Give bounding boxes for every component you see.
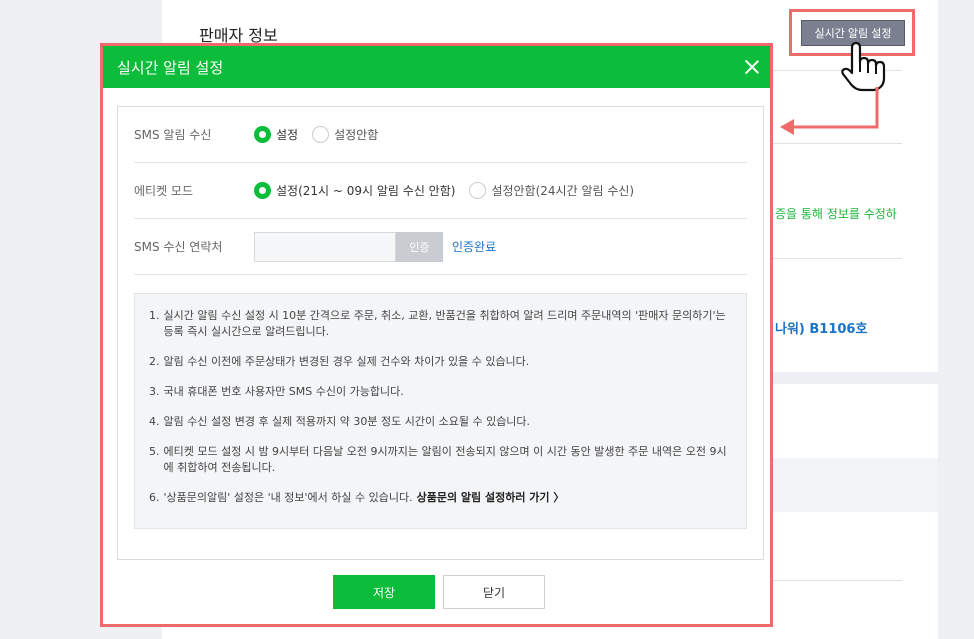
notice-number: 5.: [149, 445, 160, 458]
notice-text: '상품문의알림' 설정은 '내 정보'에서 하실 수 있습니다. 상품문의 알림 …: [164, 490, 565, 506]
notice-item: 4. 알림 수신 설정 변경 후 실제 적용까지 약 30분 정도 시간이 소요…: [149, 414, 732, 430]
notice-text: 알림 수신 설정 변경 후 실제 적용까지 약 30분 정도 시간이 소요될 수…: [163, 415, 531, 428]
notice-number: 1.: [149, 309, 160, 322]
divider: [770, 258, 902, 259]
sms-alert-on-radio[interactable]: 설정: [254, 126, 298, 143]
notice-number: 6.: [149, 491, 160, 504]
radio-selected-icon: [254, 126, 271, 143]
realtime-alert-modal: 실시간 알림 설정 SMS 알림 수신 설정 설정안함 에티켓 모드 설정(21…: [100, 43, 773, 627]
info-text-green: 증을 통해 정보를 수정하: [775, 207, 897, 221]
close-button[interactable]: 닫기: [443, 575, 545, 609]
sms-alert-row: SMS 알림 수신 설정 설정안함: [134, 107, 747, 163]
notice-item: 2. 알림 수신 이전에 주문상태가 변경된 경우 실제 건수와 차이가 있을 …: [149, 354, 732, 370]
notice-item: 6. '상품문의알림' 설정은 '내 정보'에서 하실 수 있습니다. 상품문의 …: [149, 490, 732, 506]
etiquette-row: 에티켓 모드 설정(21시 ~ 09시 알림 수신 안함) 설정안함(24시간 …: [134, 163, 747, 219]
save-button[interactable]: 저장: [333, 575, 435, 609]
notice-text: 에티켓 모드 설정 시 밤 9시부터 다음날 오전 9시까지는 알림이 전송되지…: [163, 445, 727, 474]
background-bar: [770, 458, 938, 512]
notice-text: 국내 휴대폰 번호 사용자만 SMS 수신이 가능합니다.: [163, 385, 404, 398]
notice-box: 1. 실시간 알림 수신 설정 시 10분 간격으로 주문, 취소, 교환, 반…: [134, 293, 747, 529]
notice-text: 알림 수신 이전에 주문상태가 변경된 경우 실제 건수와 차이가 있을 수 있…: [163, 355, 530, 368]
radio-label: 설정: [276, 128, 299, 142]
notice-number: 4.: [149, 415, 160, 428]
verified-status: 인증완료: [452, 240, 497, 254]
divider: [770, 580, 902, 581]
radio-label: 설정안함: [334, 128, 379, 142]
phone-number-input[interactable]: [254, 231, 396, 262]
notice-number: 2.: [149, 355, 160, 368]
arrow-icon: [780, 87, 879, 135]
notice-item: 3. 국내 휴대폰 번호 사용자만 SMS 수신이 가능합니다.: [149, 384, 732, 400]
modal-title: 실시간 알림 설정: [117, 58, 224, 77]
notice-text-body: '상품문의알림' 설정은 '내 정보'에서 하실 수 있습니다.: [163, 491, 413, 504]
notice-number: 3.: [149, 385, 160, 398]
modal-body: SMS 알림 수신 설정 설정안함 에티켓 모드 설정(21시 ~ 09시 알림…: [117, 106, 764, 560]
modal-header: 실시간 알림 설정: [103, 46, 770, 88]
notice-item: 5. 에티켓 모드 설정 시 밤 9시부터 다음날 오전 9시까지는 알림이 전…: [149, 444, 732, 476]
sms-alert-off-radio[interactable]: 설정안함: [312, 126, 378, 143]
notice-text: 실시간 알림 수신 설정 시 10분 간격으로 주문, 취소, 교환, 반품건을…: [163, 309, 726, 338]
close-icon[interactable]: [742, 57, 762, 77]
address-text: 나워) B1106호: [775, 322, 868, 337]
etiquette-label: 에티켓 모드: [134, 184, 194, 198]
radio-label: 설정안함(24시간 알림 수신): [491, 184, 635, 198]
notice-item: 1. 실시간 알림 수신 설정 시 10분 간격으로 주문, 취소, 교환, 반…: [149, 308, 732, 340]
product-inquiry-settings-link[interactable]: 상품문의 알림 설정하러 가기 〉: [417, 491, 565, 504]
radio-unselected-icon: [469, 182, 487, 199]
sms-alert-label: SMS 알림 수신: [134, 128, 212, 142]
radio-label: 설정(21시 ~ 09시 알림 수신 안함): [276, 184, 456, 198]
etiquette-on-radio[interactable]: 설정(21시 ~ 09시 알림 수신 안함): [254, 182, 455, 199]
sms-contact-row: SMS 수신 연락처 인증 인증완료: [134, 219, 747, 275]
verify-button[interactable]: 인증: [396, 231, 443, 262]
etiquette-off-radio[interactable]: 설정안함(24시간 알림 수신): [469, 182, 634, 199]
radio-unselected-icon: [312, 126, 330, 143]
radio-selected-icon: [254, 182, 271, 199]
sms-contact-label: SMS 수신 연락처: [134, 240, 223, 254]
